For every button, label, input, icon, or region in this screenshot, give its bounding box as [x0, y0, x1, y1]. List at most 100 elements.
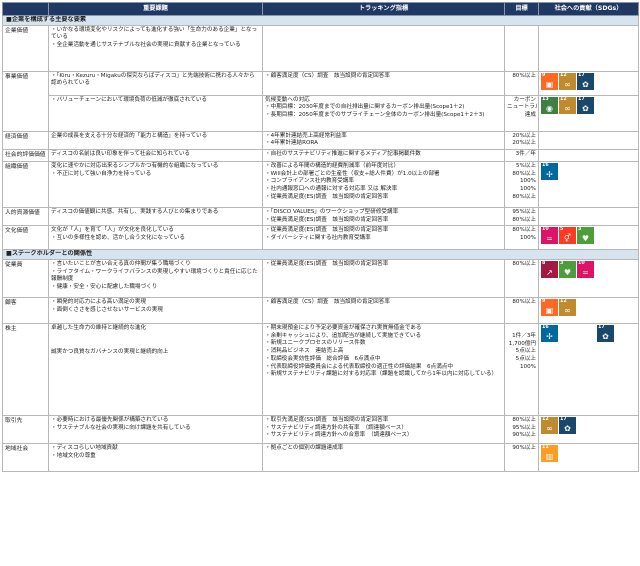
table-row: 株主 卓越した生命力の維持と継続的な進化 誠実かつ良質なガバナンスの実現と継続的向上…: [2, 322, 639, 416]
target-cell: 80%以上: [504, 296, 539, 324]
issue-line: ・言いたいことが言い合える真の仲間が集う職場づくり: [51, 260, 191, 267]
issue-line: ・不正に対して強い自浄力を持っている: [51, 170, 152, 177]
category-cell: 顧客: [2, 296, 49, 324]
sdg-goal-12-icon: 12 ∞: [559, 298, 576, 316]
tracking-line: ・改善による年間の構造的経費削減率（前年度対比）: [265, 162, 400, 169]
issue-cell: ・瞬発的対応力による高い満足の実現 ・面倒くささを感じさせないサービスの実現: [48, 296, 263, 324]
sdg-number: 12: [560, 96, 567, 102]
tracking-line: ・消耗品ビジネス 連結売上高: [265, 348, 344, 355]
tracking-line: ・拠点ごとの個別の課題達成率: [265, 444, 344, 451]
target-cell: 1件／3年 1,700億円 5点以上 5点以上 100%: [504, 322, 539, 416]
category-cell: 地域社会: [2, 442, 49, 472]
target-line: 1件／3年: [512, 332, 536, 339]
table-row: 人的資源価値 ディスコの価値観に共感、共有し、実践する人びとの集まりである ・「DI…: [2, 206, 639, 227]
target-cell: 80%以上 95%以上 90%以上: [504, 414, 539, 444]
target-line: 100%: [520, 363, 536, 370]
target-cell: [504, 24, 539, 72]
target-line: 100%: [520, 178, 536, 185]
sdg-number: 12: [560, 298, 567, 304]
target-line: 80%以上: [512, 216, 536, 223]
header-target: 目標: [504, 2, 539, 16]
section-title: ■ステークホルダーとの関係性: [2, 249, 639, 260]
sdg-number: 10: [578, 260, 585, 266]
sdgs-cell: 12 ∞ 17 ✿: [538, 414, 639, 444]
sdg-number: 16: [542, 162, 549, 168]
tracking-line: ・新規サステナビリティ課題に対する対応率（課題を認識してから1年以内に対応してい…: [265, 371, 498, 378]
buildings-icon: ▥: [545, 451, 554, 461]
target-line: 80%以上: [512, 298, 536, 305]
target-cell: 5%以上 80%以上 100% 100% 80%以上: [504, 160, 539, 208]
sdg-goal-3-icon: 3 ♥: [577, 227, 594, 245]
sdg-number: 12: [560, 72, 567, 78]
category-cell: 人的資源価値: [2, 206, 49, 227]
sdg-goal-17-icon: 17 ✿: [577, 96, 594, 114]
issue-line: ・健康・安全・安心に配慮した職場づくり: [51, 284, 158, 291]
issue-cell: ディスコの名前は良い印象を伴って社会に知られている: [48, 148, 263, 162]
target-line: 100%: [520, 235, 536, 242]
flower-rings-icon: ✿: [602, 331, 609, 341]
issue-cell: ・ディスコらしい地域貢献 ・地域文化の尊重: [48, 442, 263, 472]
category-cell: 事業価値: [2, 70, 49, 132]
heartbeat-icon: ♥: [563, 267, 572, 277]
sdgs-cell: [538, 148, 639, 162]
dove-icon: ✢: [546, 169, 553, 179]
table-row: 地域社会 ・ディスコらしい地域貢献 ・地域文化の尊重 ・拠点ごとの個別の課題達成率 90…: [2, 442, 639, 472]
tracking-line: ・長期目標：2050年度までのサプライチェーン全体のカーボン排出量(Scope1…: [265, 111, 485, 118]
table-row: 企業価値 ・いかなる環境変化やリスクによっても進化する強い「生命力のある企業」とな…: [2, 24, 639, 72]
issue-line: ・全企業活動を通じサステナブルな社会の実現に貢献する企業となっている: [51, 41, 241, 48]
issue-line: ・サステナブルな社会の実現に向け課題を共有している: [51, 424, 191, 431]
sdg-number: 12: [542, 416, 549, 422]
tracking-line: ・新規ユニークプロセスのリリース件数: [265, 340, 366, 347]
issue-line: 変化に速やかに対応出来るシンプルかつ有機的な組織になっている: [51, 162, 219, 169]
equality-icon: =: [582, 267, 589, 277]
issue-cell: ・バリューチェーンにおいて環境負荷の低減が徹底されている: [48, 94, 263, 132]
target-line: 80%以上: [512, 72, 536, 79]
sdg-number: 5: [560, 227, 564, 233]
tracking-line: ・中期目標：2030年度までの自社排出量に関するカーボン排出量(Scope1＋2…: [265, 104, 465, 111]
table-row: 事業価値 ・「Kiru・Kezuru・Migakuの探究ならばディスコ」と先端技術…: [2, 70, 639, 132]
issue-line: ・いかなる環境変化やリスクによっても進化する強い「生命力のある企業」となっている: [51, 26, 258, 41]
tracking-cell: ・顧客満足度（CS）調査 該当設問の肯定回答率: [262, 296, 505, 324]
tracking-line: ・従業員満足度(ES)調査 該当設問の肯定回答率: [265, 216, 389, 223]
issue-line: ディスコの名前は良い印象を伴って社会に知られている: [51, 150, 191, 157]
issue-cell: ・いかなる環境変化やリスクによっても進化する強い「生命力のある企業」となっている…: [48, 24, 263, 72]
flower-rings-icon: ✿: [582, 79, 589, 89]
category-cell: 従業員: [2, 258, 49, 298]
target-line: 80%以上: [512, 260, 536, 267]
table-row: 取引先 ・必要時における最優先関係が構築されている ・サステナブルな社会の実現に向け…: [2, 414, 639, 444]
target-cell: 95%以上 80%以上: [504, 206, 539, 227]
sdg-goal-11-icon: 11 ▥: [541, 444, 558, 462]
sdgs-cell: 8 ↗ 3 ♥ 10 =: [538, 258, 639, 298]
tracking-line: ・社内通報窓口への通報に対する対応率 又は 解決率: [265, 186, 398, 193]
infinity-loop-icon: ∞: [564, 103, 571, 113]
sdg-goal-12-icon: 12 ∞: [541, 416, 558, 434]
issue-line: ・地域文化の尊重: [51, 452, 96, 459]
sdg-number: 3: [578, 227, 582, 233]
issue-line: ・必要時における最優先関係が構築されている: [51, 416, 169, 423]
sdgs-cell: 16 ✢: [538, 160, 639, 208]
issue-line: ・瞬発的対応力による高い満足の実現: [51, 298, 146, 305]
sdg-goal-3-icon: 3 ♥: [559, 260, 576, 278]
category-cell: 社会的評価価値: [2, 148, 49, 162]
target-cell: 80%以上: [504, 70, 539, 96]
tracking-line: ・4年累計連結RORA: [265, 140, 318, 147]
sdgs-cell: [538, 24, 639, 72]
category-cell: 組織価値: [2, 160, 49, 208]
sdg-goal-13-icon: 13 ◉: [541, 96, 558, 114]
tracking-line: ・自社のサステナビリティ推進に関するメディア記事掲載件数: [265, 150, 421, 157]
sdg-number: 3: [560, 260, 564, 266]
section-header-row: ■企業を構成する主要な要素: [2, 15, 639, 26]
sdg-goal-17-icon: 17 ✿: [577, 72, 594, 90]
target-line: 3件／年: [515, 150, 536, 157]
tracking-cell: [262, 24, 505, 72]
gender-equality-icon: ⚥: [563, 234, 572, 244]
target-line: 80%以上: [512, 193, 536, 200]
sdg-number: 11: [542, 444, 549, 450]
issue-line: ・ライフタイム・ワークライフバランスの実現しやすい環境づくりと責任に応じた報酬制…: [51, 268, 258, 283]
sdg-goal-16-icon: 16 ✢: [541, 324, 558, 342]
category-cell: 取引先: [2, 414, 49, 444]
infinity-loop-icon: ∞: [564, 79, 571, 89]
sdgs-cell: 9 ▣ 12 ∞: [538, 296, 639, 324]
issue-line: ディスコの価値観に共感、共有し、実践する人びとの集まりである: [51, 208, 219, 215]
section-header-row: ■ステークホルダーとの関係性: [2, 249, 639, 260]
